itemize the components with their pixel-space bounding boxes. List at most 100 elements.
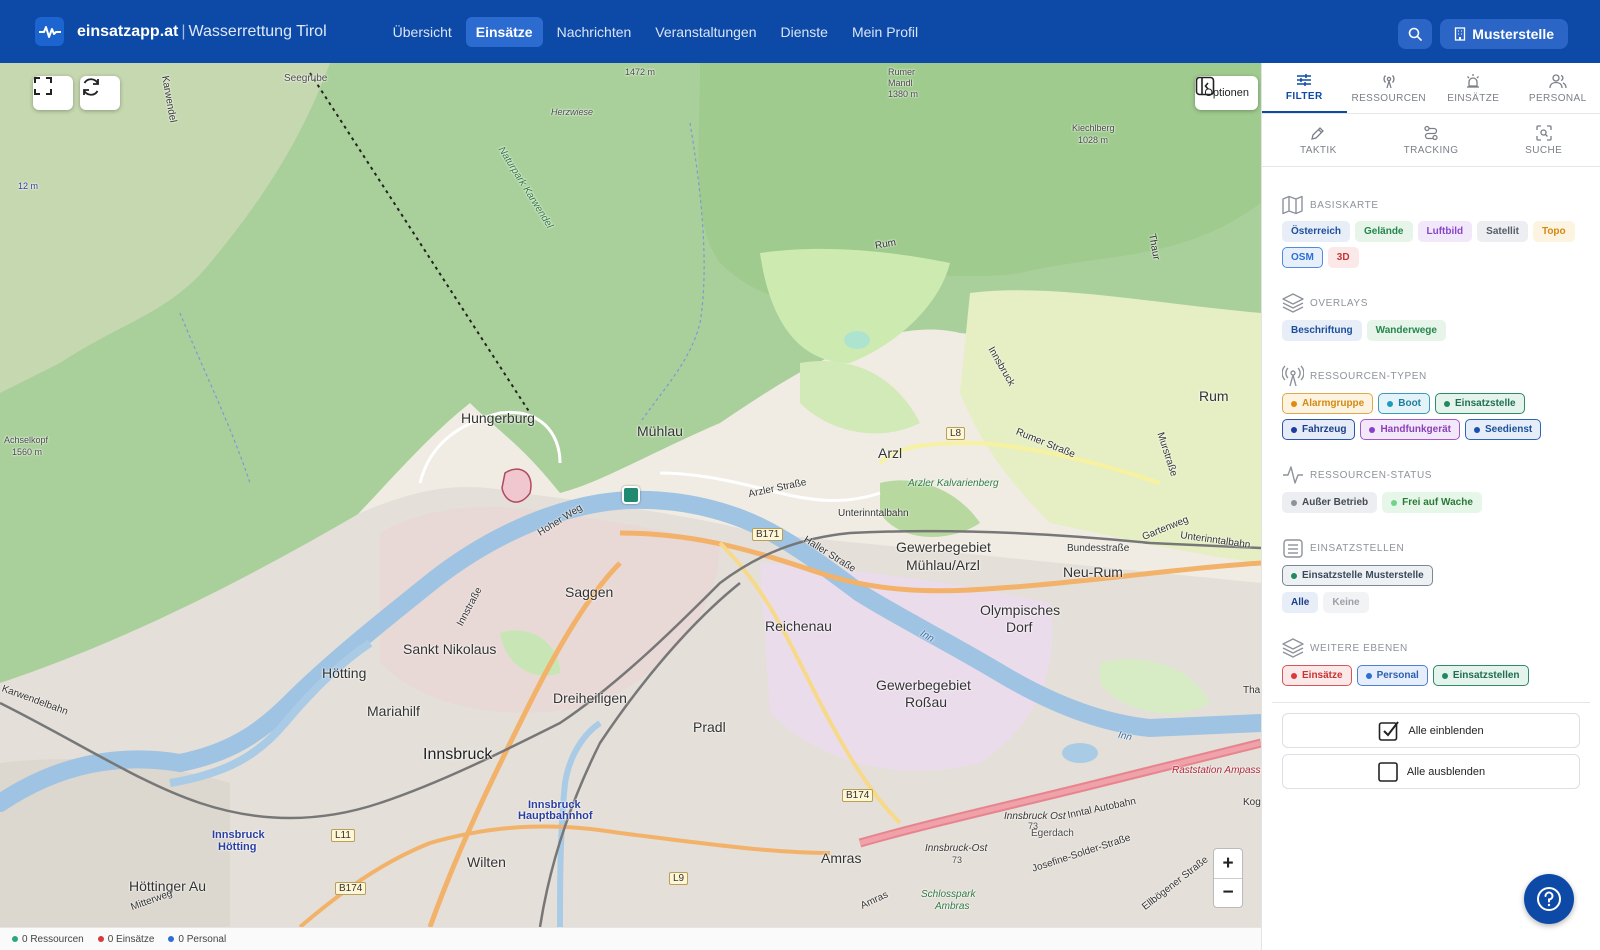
options-button[interactable]: Optionen <box>1195 76 1258 110</box>
chip-einsatzstellen[interactable]: Einsatzstellen <box>1432 665 1529 686</box>
brand[interactable]: einsatzapp.at | Wasserrettung Tirol <box>35 17 327 46</box>
chip-label: Gelände <box>1364 226 1404 237</box>
panel-tabs-row-2: TAKTIK TRACKING SUCHE <box>1262 114 1600 167</box>
tab-tracking[interactable]: TRACKING <box>1375 114 1488 166</box>
map-label-rumer-mandl-2: Mandl <box>888 78 913 88</box>
radio-tower-icon <box>1383 74 1395 88</box>
refresh-icon <box>83 78 99 96</box>
chip-keine[interactable]: Keine <box>1323 592 1369 613</box>
show-all-button[interactable]: Alle einblenden <box>1282 713 1580 748</box>
chip-label: Personal <box>1376 670 1419 681</box>
nav-dienste[interactable]: Dienste <box>771 17 838 47</box>
map-label-reichenau: Reichenau <box>765 618 832 634</box>
tab-suche[interactable]: SUCHE <box>1487 114 1600 166</box>
chip-einsatzstelle[interactable]: Einsatzstelle <box>1435 393 1525 414</box>
map-label-hoetting-station-1: Innsbruck <box>212 829 265 841</box>
nav-nachrichten[interactable]: Nachrichten <box>547 17 642 47</box>
chip-3d[interactable]: 3D <box>1327 247 1359 268</box>
chip-alarmgruppe[interactable]: Alarmgruppe <box>1282 393 1374 414</box>
chip-fahrzeug[interactable]: Fahrzeug <box>1282 419 1356 440</box>
sliders-icon <box>1297 73 1312 86</box>
nav-uebersicht[interactable]: Übersicht <box>383 17 462 47</box>
panel-tabs-row-1: FILTER RESSOURCEN EINSÄTZE PERSONAL <box>1262 63 1600 114</box>
map-label-wilten: Wilten <box>467 854 506 870</box>
section-weitere-ebenen: WEITERE EBENEN Einsätze Personal Einsatzst… <box>1262 637 1600 686</box>
chip-topo[interactable]: Topo <box>1532 221 1575 242</box>
chip-satellit[interactable]: Satellit <box>1477 221 1528 242</box>
section-title-ressourcen-typen: RESSOURCEN-TYPEN <box>1282 365 1580 387</box>
map-label-raststation: Raststation Ampass <box>1172 765 1261 776</box>
map-label-olympisches-dorf-1: Olympisches <box>980 602 1061 618</box>
road-shield-b174: B174 <box>842 789 874 802</box>
chip-einsaetze[interactable]: Einsätze <box>1282 665 1352 686</box>
ressourcen-status-chips: Außer Betrieb Frei auf Wache <box>1282 492 1580 513</box>
map-label-sankt-nikolaus: Sankt Nikolaus <box>403 641 497 657</box>
nav-einsaetze[interactable]: Einsätze <box>465 16 543 47</box>
map-view[interactable]: Seegrube 1472 m Rumer Mandl 1380 m Kiech… <box>0 63 1261 927</box>
tab-einsaetze[interactable]: EINSÄTZE <box>1431 63 1516 113</box>
fullscreen-icon <box>34 77 52 95</box>
chip-label: Einsatzstellen <box>1452 670 1520 681</box>
tab-taktik[interactable]: TAKTIK <box>1262 114 1375 166</box>
chip-seedienst[interactable]: Seedienst <box>1465 419 1542 440</box>
map-label-mariahilf: Mariahilf <box>367 703 420 719</box>
search-button[interactable] <box>1398 19 1433 49</box>
chip-oesterreich[interactable]: Österreich <box>1282 221 1351 242</box>
account-button[interactable]: Musterstelle <box>1440 19 1568 49</box>
section-title-weitere-ebenen: WEITERE EBENEN <box>1282 637 1580 659</box>
map-label-saggen: Saggen <box>565 584 614 600</box>
map-label-tha: Tha <box>1243 685 1261 696</box>
hide-all-button[interactable]: Alle ausblenden <box>1282 754 1580 789</box>
chip-handfunkgeraet[interactable]: Handfunkgerät <box>1360 419 1461 440</box>
map-label-hoetting-station-2: Hötting <box>218 841 257 853</box>
road-shield-l9: L9 <box>669 872 689 885</box>
tab-personal[interactable]: PERSONAL <box>1516 63 1600 113</box>
einsatzstellen-select-chips: Alle Keine <box>1282 592 1580 613</box>
map-label-kog: Kog <box>1243 797 1261 808</box>
chip-label: Einsätze <box>1302 670 1343 681</box>
tab-ressourcen[interactable]: RESSOURCEN <box>1347 63 1432 113</box>
scan-search-icon <box>1536 124 1552 141</box>
resources-dot-icon <box>12 936 18 942</box>
chip-beschriftung[interactable]: Beschriftung <box>1282 320 1362 341</box>
chip-dot-icon <box>1387 400 1394 407</box>
map-label-innsbruck-ost-2: Innsbruck-Ost <box>925 843 988 854</box>
zoom-out-button[interactable]: − <box>1214 878 1242 907</box>
chip-personal[interactable]: Personal <box>1356 665 1428 686</box>
nav-veranstaltungen[interactable]: Veranstaltungen <box>645 17 766 47</box>
chip-ausser-betrieb[interactable]: Außer Betrieb <box>1282 492 1378 513</box>
section-title-basiskarte: BASISKARTE <box>1282 195 1580 215</box>
map-label-unterinntalbahn: Unterinntalbahn <box>838 508 909 519</box>
map-label-innsbruck: Innsbruck <box>423 746 493 763</box>
chip-dot-icon <box>1441 672 1448 679</box>
help-icon <box>1537 887 1561 911</box>
side-panel: FILTER RESSOURCEN EINSÄTZE PERSONAL TAKT… <box>1261 63 1600 950</box>
chip-luftbild[interactable]: Luftbild <box>1417 221 1473 242</box>
tab-filter[interactable]: FILTER <box>1262 63 1347 113</box>
nav-mein-profil[interactable]: Mein Profil <box>842 17 928 47</box>
chip-label: Einsatzstelle Musterstelle <box>1302 570 1424 581</box>
layers-icon <box>1282 638 1304 658</box>
map-label-amras: Amras <box>821 850 862 866</box>
chip-dot-icon <box>1391 499 1398 506</box>
chip-dot-icon <box>1291 426 1297 433</box>
chip-label: Satellit <box>1486 226 1519 237</box>
chip-wanderwege[interactable]: Wanderwege <box>1366 320 1446 341</box>
zoom-in-button[interactable]: + <box>1214 849 1242 878</box>
einsatzstelle-marker[interactable] <box>622 486 640 504</box>
einsatzstellen-chips: Einsatzstelle Musterstelle <box>1282 565 1580 586</box>
chip-frei-auf-wache[interactable]: Frei auf Wache <box>1382 492 1482 513</box>
map-label-pradl: Pradl <box>693 719 726 735</box>
chip-alle[interactable]: Alle <box>1282 592 1319 613</box>
section-overlays: OVERLAYS Beschriftung Wanderwege <box>1262 292 1600 341</box>
chip-osm[interactable]: OSM <box>1282 247 1323 268</box>
help-button[interactable] <box>1524 874 1574 924</box>
fullscreen-button[interactable] <box>33 76 73 110</box>
chip-einsatzstelle-musterstelle[interactable]: Einsatzstelle Musterstelle <box>1282 565 1433 586</box>
chip-gelaende[interactable]: Gelände <box>1355 221 1413 242</box>
status-personnel: 0 Personal <box>168 934 226 945</box>
refresh-button[interactable] <box>80 76 120 110</box>
map-icon <box>1282 195 1303 215</box>
zoom-control: + − <box>1213 848 1243 908</box>
chip-boot[interactable]: Boot <box>1378 393 1431 414</box>
